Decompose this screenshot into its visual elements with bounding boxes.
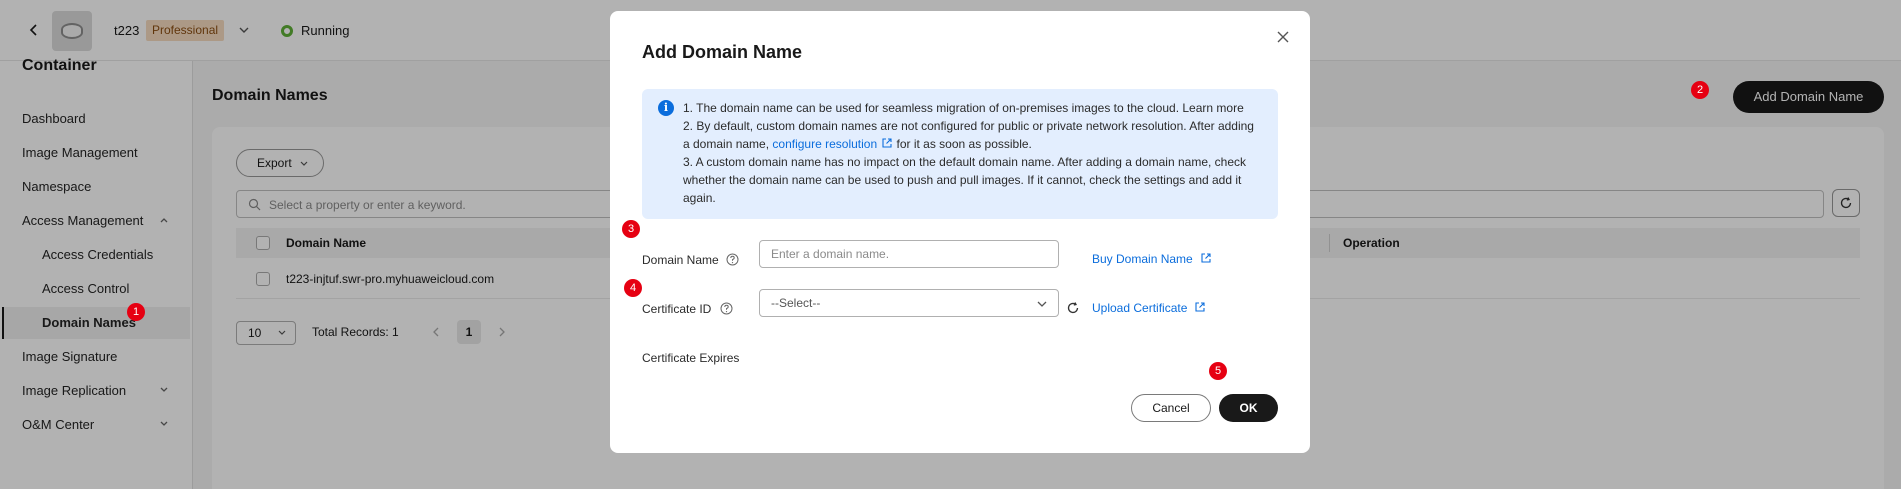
step-marker: 2 <box>1691 81 1709 99</box>
upload-certificate-link[interactable]: Upload Certificate <box>1092 301 1206 315</box>
info-line-text: a domain name, <box>683 137 770 151</box>
add-domain-name-dialog: Add Domain Name i 1. The domain name can… <box>610 11 1310 453</box>
upload-certificate-label: Upload Certificate <box>1092 301 1188 315</box>
info-box: i 1. The domain name can be used for sea… <box>642 89 1278 219</box>
info-line: whether the domain name can be used to p… <box>683 173 1242 187</box>
buy-domain-name-label: Buy Domain Name <box>1092 252 1193 266</box>
buy-domain-name-link[interactable]: Buy Domain Name <box>1092 252 1212 266</box>
info-line: 2. By default, custom domain names are n… <box>683 119 1254 133</box>
external-link-icon <box>1195 302 1205 312</box>
certificate-expires-label: Certificate Expires <box>642 351 740 365</box>
cancel-button[interactable]: Cancel <box>1131 394 1211 422</box>
domain-name-label: Domain Name <box>642 253 719 267</box>
help-icon[interactable] <box>726 253 739 266</box>
certificate-id-select[interactable]: --Select-- <box>759 289 1059 317</box>
reload-icon[interactable] <box>1066 301 1080 315</box>
step-marker: 5 <box>1209 362 1227 380</box>
external-link-icon[interactable] <box>881 137 893 149</box>
step-marker: 3 <box>622 220 640 238</box>
dialog-title: Add Domain Name <box>642 42 803 62</box>
help-icon[interactable] <box>720 302 733 315</box>
info-line: 3. A custom domain name has no impact on… <box>683 155 1247 169</box>
info-icon: i <box>658 100 674 116</box>
certificate-id-label: Certificate ID <box>642 302 712 316</box>
step-marker: 1 <box>127 303 145 321</box>
domain-name-input[interactable]: Enter a domain name. <box>759 240 1059 268</box>
info-line: 1. The domain name can be used for seaml… <box>683 101 1244 115</box>
info-line-text: for it as soon as possible. <box>896 137 1032 151</box>
info-line: again. <box>683 191 716 205</box>
certificate-id-value: --Select-- <box>771 296 821 310</box>
external-link-icon <box>1201 253 1211 263</box>
step-marker: 4 <box>624 279 642 297</box>
configure-resolution-link[interactable]: configure resolution <box>772 137 877 151</box>
close-icon[interactable] <box>1274 28 1292 46</box>
info-line: a domain name, configure resolution for … <box>683 135 1269 153</box>
chevron-down-icon <box>1037 301 1047 307</box>
ok-button[interactable]: OK <box>1219 394 1278 422</box>
